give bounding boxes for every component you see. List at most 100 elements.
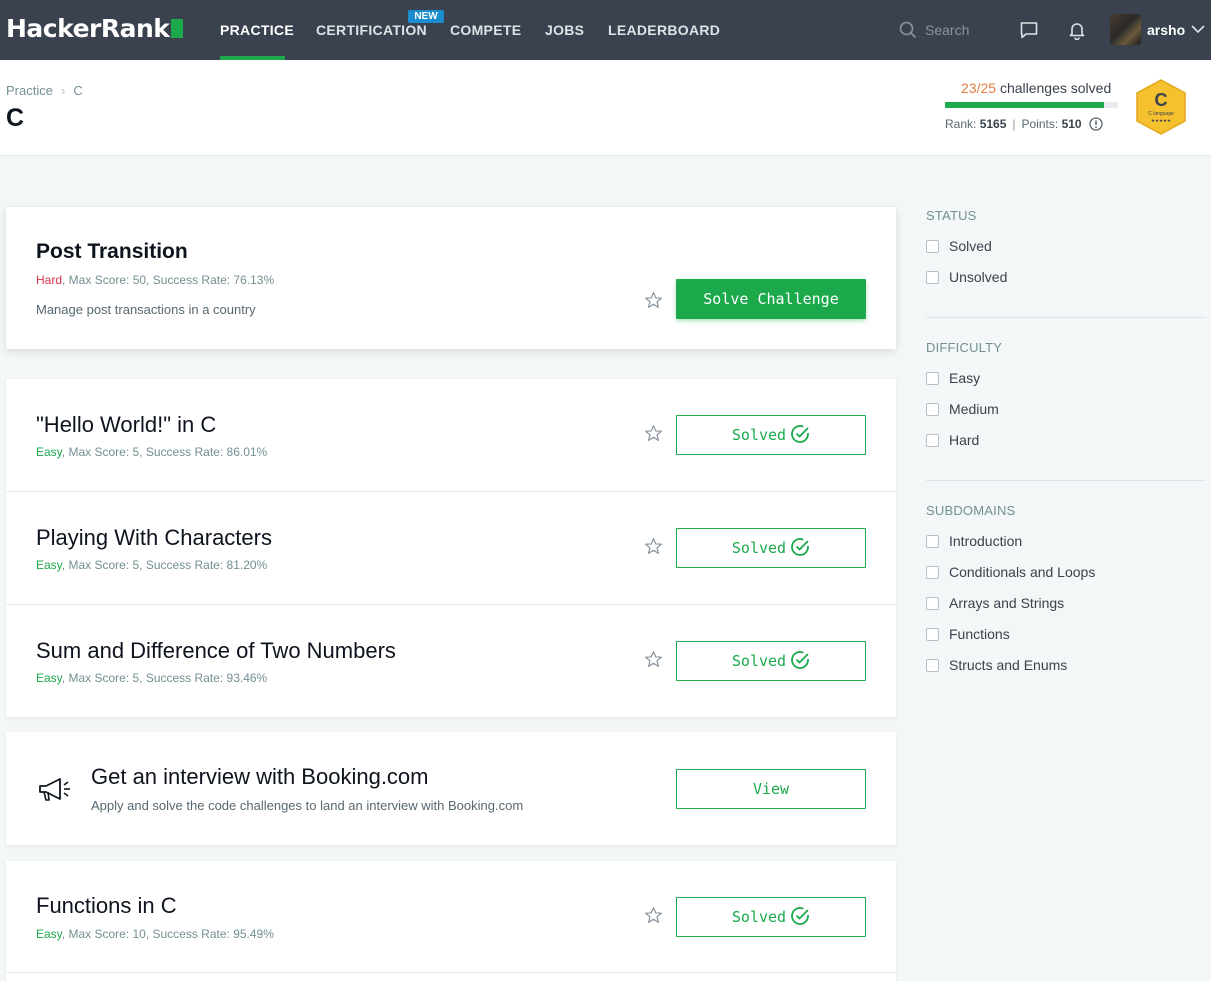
bookmark-star-icon[interactable] [644, 650, 663, 669]
challenge-stats: , Max Score: 5, Success Rate: 93.46% [61, 671, 268, 685]
checkbox[interactable] [926, 659, 939, 672]
filter-heading-subdomains: SUBDOMAINS [926, 503, 1016, 518]
solved-button-sum-and-difference[interactable]: Solved [676, 641, 866, 681]
filter-divider [926, 480, 1206, 481]
challenge-meta-functions-in-c: Easy, Max Score: 10, Success Rate: 95.49… [36, 927, 274, 941]
challenge-stats: , Max Score: 10, Success Rate: 95.49% [61, 927, 274, 941]
solved-label: challenges solved [999, 80, 1112, 96]
filter-easy[interactable]: Easy [926, 370, 980, 386]
bookmark-star-icon[interactable] [644, 291, 663, 310]
notifications-bell-icon[interactable] [1067, 20, 1087, 40]
solved-button-playing-with-characters[interactable]: Solved [676, 528, 866, 568]
checkbox[interactable] [926, 566, 939, 579]
promo-title[interactable]: Get an interview with Booking.com [91, 764, 429, 790]
separator: | [1012, 117, 1016, 131]
challenge-title-hello-world[interactable]: "Hello World!" in C [36, 412, 216, 438]
challenge-title-sum-and-difference[interactable]: Sum and Difference of Two Numbers [36, 638, 396, 664]
new-badge: NEW [408, 10, 444, 23]
checkbox[interactable] [926, 597, 939, 610]
difficulty-label: Easy [36, 445, 62, 459]
filter-medium[interactable]: Medium [926, 401, 999, 417]
badge-letter: C [1155, 90, 1168, 110]
points-label: Points: [1021, 117, 1059, 131]
filter-introduction[interactable]: Introduction [926, 533, 1022, 549]
nav-certification[interactable]: CERTIFICATION [316, 22, 427, 38]
check-circle-icon [791, 907, 809, 925]
checkbox[interactable] [926, 535, 939, 548]
rank-label: Rank: [945, 117, 977, 131]
solved-count: 23/25 [961, 80, 997, 96]
c-language-badge[interactable]: C C language ★★★★★ [1134, 78, 1188, 136]
checkbox[interactable] [926, 403, 939, 416]
points-value: 510 [1061, 117, 1082, 131]
filter-label: Solved [949, 238, 992, 254]
challenge-title[interactable]: Post Transition [36, 240, 188, 264]
search-icon[interactable] [899, 21, 917, 39]
messages-icon[interactable] [1019, 20, 1039, 40]
challenge-stats: , Max Score: 5, Success Rate: 81.20% [61, 558, 268, 572]
nav-jobs[interactable]: JOBS [545, 22, 584, 38]
rank-points: Rank: 5165 | Points: 510 [945, 117, 1103, 131]
bookmark-star-icon[interactable] [644, 424, 663, 443]
filter-hard[interactable]: Hard [926, 432, 979, 448]
checkbox[interactable] [926, 240, 939, 253]
filter-label: Functions [949, 626, 1010, 642]
nav-compete[interactable]: COMPETE [450, 22, 521, 38]
nav-leaderboard[interactable]: LEADERBOARD [608, 22, 720, 38]
logo-mark [171, 19, 184, 38]
page-title: C [6, 104, 25, 132]
row-divider [6, 972, 896, 973]
solve-challenge-button[interactable]: Solve Challenge [676, 279, 866, 319]
filter-structs-and-enums[interactable]: Structs and Enums [926, 657, 1067, 673]
bookmark-star-icon[interactable] [644, 906, 663, 925]
filter-heading-difficulty: DIFFICULTY [926, 340, 1003, 355]
solved-button-functions-in-c[interactable]: Solved [676, 897, 866, 937]
challenge-stats: , Max Score: 50, Success Rate: 76.13% [62, 273, 275, 287]
filter-conditionals-and-loops[interactable]: Conditionals and Loops [926, 564, 1095, 580]
checkbox[interactable] [926, 628, 939, 641]
chevron-down-icon[interactable] [1191, 24, 1205, 34]
search-input[interactable]: Search [925, 22, 969, 38]
challenge-title-functions-in-c[interactable]: Functions in C [36, 893, 177, 919]
info-icon[interactable] [1089, 117, 1103, 131]
challenges-solved: 23/25 challenges solved [961, 80, 1111, 96]
challenge-meta-hello-world: Easy, Max Score: 5, Success Rate: 86.01% [36, 445, 267, 459]
filter-solved[interactable]: Solved [926, 238, 992, 254]
promo-card-booking: Get an interview with Booking.com Apply … [6, 732, 896, 845]
challenge-stats: , Max Score: 5, Success Rate: 86.01% [61, 445, 268, 459]
solved-progress-bar [945, 102, 1118, 108]
checkbox[interactable] [926, 372, 939, 385]
filter-label: Easy [949, 370, 981, 386]
filter-unsolved[interactable]: Unsolved [926, 269, 1007, 285]
user-avatar[interactable] [1110, 14, 1141, 45]
hackerrank-logo[interactable]: HackerRank [6, 14, 184, 43]
difficulty-label: Hard [36, 273, 63, 287]
filter-label: Hard [949, 432, 980, 448]
filter-heading-status: STATUS [926, 208, 977, 223]
filter-arrays-and-strings[interactable]: Arrays and Strings [926, 595, 1064, 611]
check-circle-icon [791, 425, 809, 443]
challenge-card-post-transition[interactable]: Post Transition Hard, Max Score: 50, Suc… [6, 207, 896, 349]
badge-name: C language [1148, 111, 1174, 117]
solved-label: Solved [731, 908, 787, 926]
filter-functions[interactable]: Functions [926, 626, 1010, 642]
username[interactable]: arsho [1147, 22, 1185, 38]
solved-button-hello-world[interactable]: Solved [676, 415, 866, 455]
checkbox[interactable] [926, 434, 939, 447]
view-button[interactable]: View [676, 769, 866, 809]
nav-practice[interactable]: PRACTICE [220, 22, 294, 38]
bookmark-star-icon[interactable] [644, 537, 663, 556]
top-navbar: HackerRank PRACTICE CERTIFICATION NEW CO… [0, 0, 1211, 60]
filter-label: Introduction [949, 533, 1023, 549]
challenge-title-playing-with-characters[interactable]: Playing With Characters [36, 525, 272, 551]
filter-label: Medium [949, 401, 999, 417]
check-circle-icon [791, 651, 809, 669]
difficulty-label: Easy [36, 927, 62, 941]
page-header: Practice › C C 23/25 challenges solved Ran… [0, 60, 1211, 156]
filter-label: Conditionals and Loops [949, 564, 1096, 580]
solved-label: Solved [731, 426, 787, 444]
breadcrumb-practice[interactable]: Practice [6, 83, 53, 98]
row-divider [6, 604, 896, 605]
checkbox[interactable] [926, 271, 939, 284]
challenge-description: Manage post transactions in a country [36, 302, 256, 317]
